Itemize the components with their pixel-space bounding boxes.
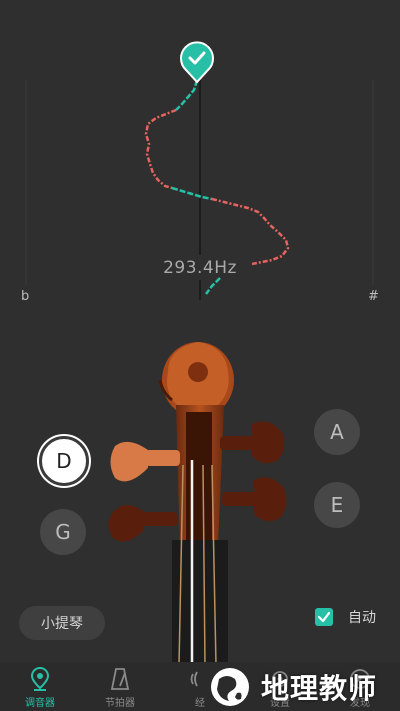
tab-tuner[interactable]: 调音器 — [0, 662, 80, 711]
flat-symbol: b — [21, 289, 30, 304]
string-button-e[interactable]: E — [314, 482, 360, 528]
globe-logo-icon — [211, 668, 249, 706]
watermark-text: 地理教师 — [261, 672, 378, 705]
pitch-trace-teal-mid — [171, 186, 213, 201]
pitch-trace-red — [144, 108, 177, 190]
auto-label: 自动 — [348, 610, 376, 626]
in-tune-check-icon — [180, 41, 214, 84]
peg-e-icon — [222, 477, 287, 522]
check-icon — [317, 611, 331, 623]
tab-metronome[interactable]: 节拍器 — [80, 662, 160, 711]
pitch-trace-teal-bottom — [205, 277, 221, 295]
watermark: 地理教师 — [205, 664, 377, 710]
string-button-a[interactable]: A — [314, 409, 360, 455]
frequency-readout: 293.4Hz — [163, 258, 237, 278]
pitch-trace-red-lower — [211, 197, 290, 266]
auto-toggle[interactable]: 自动 — [315, 607, 376, 627]
auto-checkbox[interactable] — [315, 608, 333, 626]
metronome-icon — [110, 668, 130, 690]
string-button-d[interactable]: D — [39, 436, 89, 486]
instrument-select-button[interactable]: 小提琴 — [19, 606, 105, 640]
string-button-g[interactable]: G — [40, 509, 86, 555]
location-pin-icon — [30, 666, 50, 691]
pitch-trace-teal-top — [175, 79, 199, 111]
tab-tuner-label: 调音器 — [25, 698, 55, 709]
peg-a-icon — [220, 421, 285, 464]
tab-metronome-label: 节拍器 — [105, 698, 135, 709]
peg-g-icon — [108, 505, 178, 542]
tab-third-label: 经 — [195, 698, 205, 709]
sharp-symbol: # — [368, 289, 379, 304]
peg-d-icon — [110, 441, 180, 482]
